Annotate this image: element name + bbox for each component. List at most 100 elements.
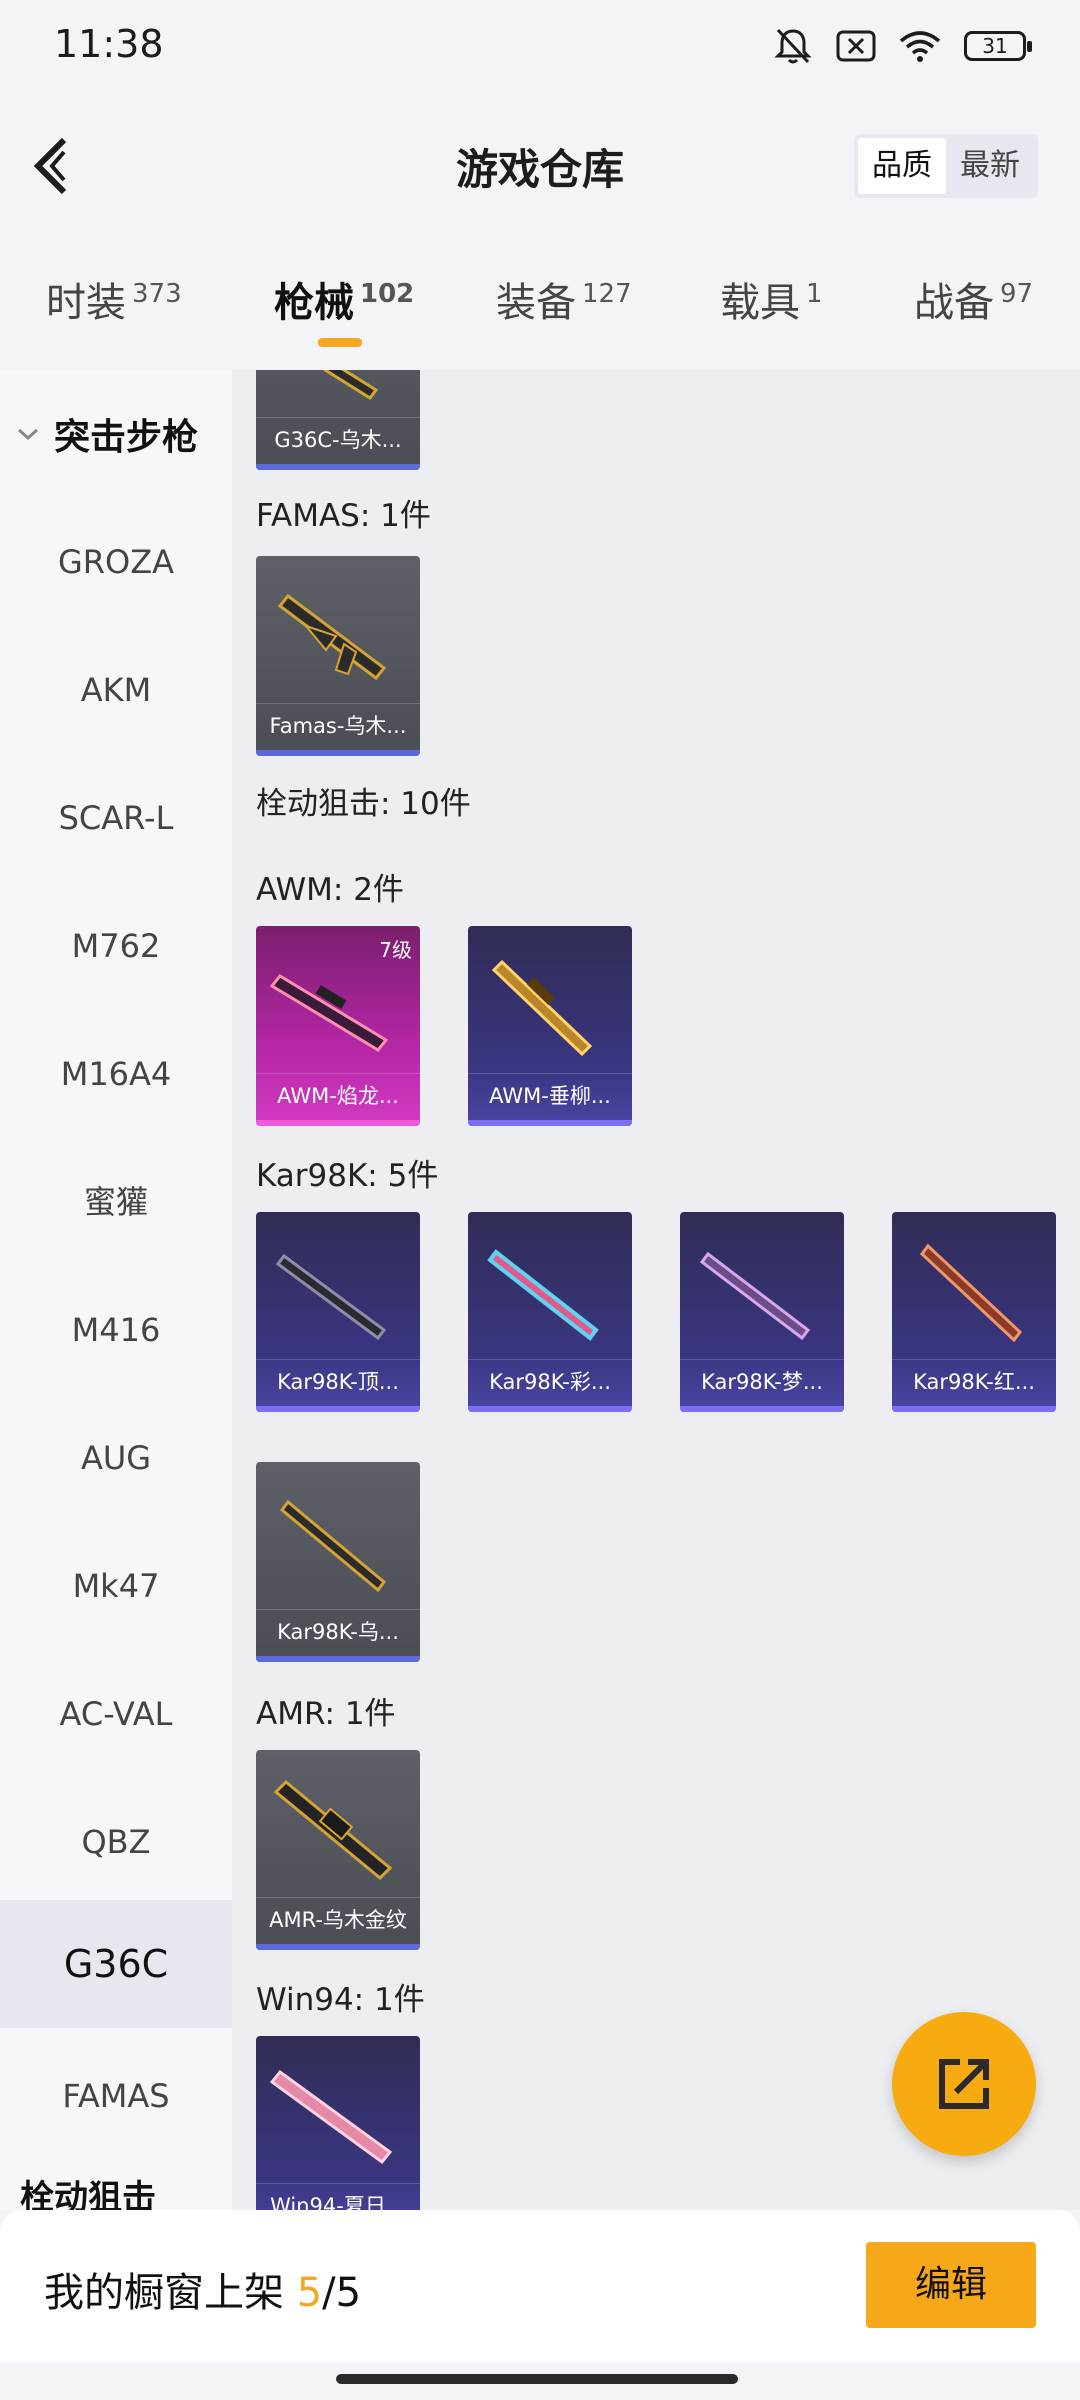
chevron-down-icon	[18, 428, 38, 441]
header: 游戏仓库 品质 最新	[0, 96, 1080, 236]
section-label-famas: FAMAS: 1件	[256, 498, 431, 534]
inventory-content: G36C-乌木... FAMAS: 1件 Famas-乌木... 栓动狙击: 1…	[232, 370, 1080, 2210]
item-name: AWM-垂柳...	[468, 1073, 632, 1118]
rarity-bar	[256, 1944, 420, 1950]
mute-bell-icon	[774, 28, 812, 64]
showcase-bar: 我的橱窗上架 5/5 编辑	[0, 2210, 1080, 2362]
rarity-bar	[256, 1406, 420, 1412]
item-card-famas[interactable]: Famas-乌木...	[256, 556, 420, 756]
rifle-icon	[322, 370, 379, 401]
sidebar-item-g36c[interactable]: G36C	[0, 1900, 232, 2028]
tab-equipment[interactable]: 装备 127	[496, 270, 632, 328]
rarity-bar	[256, 750, 420, 756]
section-label-kar98k: Kar98K: 5件	[256, 1158, 439, 1194]
sniper-rifle-icon	[919, 1243, 1023, 1343]
section-label-amr: AMR: 1件	[256, 1696, 396, 1732]
sort-quality-button[interactable]: 品质	[858, 138, 946, 194]
wifi-icon	[899, 31, 941, 62]
item-name: Kar98K-红...	[892, 1359, 1056, 1404]
tab-label: 装备	[496, 280, 576, 326]
item-card-awm-2[interactable]: AWM-垂柳...	[468, 926, 632, 1126]
status-bar: 11:38 31	[0, 0, 1080, 96]
item-name: Kar98K-乌...	[256, 1609, 420, 1654]
sidebar-item-honey-badger[interactable]: 蜜獾	[0, 1138, 232, 1266]
item-card-kar98k-2[interactable]: Kar98K-彩...	[468, 1212, 632, 1412]
category-tabs: 时装 373 枪械 102 装备 127 载具 1 战备 97	[0, 250, 1080, 360]
tab-count: 1	[806, 278, 823, 309]
sidebar-item-famas[interactable]: FAMAS	[0, 2032, 232, 2160]
share-export-icon	[939, 2059, 989, 2109]
item-card-g36c[interactable]: G36C-乌木...	[256, 370, 420, 470]
sniper-rifle-icon	[275, 1253, 387, 1341]
sidebar-item-scar-l[interactable]: SCAR-L	[0, 754, 232, 882]
showcase-current-count: 5	[296, 2270, 323, 2316]
rarity-bar	[468, 1120, 632, 1126]
tab-count: 97	[1000, 278, 1034, 309]
item-card-awm-1[interactable]: 7级 AWM-焰龙...	[256, 926, 420, 1126]
rarity-bar	[468, 1406, 632, 1412]
edit-button[interactable]: 编辑	[866, 2242, 1036, 2328]
item-name: Famas-乌木...	[256, 703, 420, 748]
rarity-bar	[256, 1656, 420, 1662]
sniper-rifle-icon	[491, 959, 593, 1057]
sidebar-group-bolt-action[interactable]: 栓动狙击	[0, 2170, 232, 2210]
showcase-total-count: /5	[322, 2270, 362, 2316]
rarity-bar	[892, 1406, 1056, 1412]
tab-count: 102	[360, 278, 415, 309]
tab-fashion[interactable]: 时装 373	[46, 270, 182, 328]
item-name: Kar98K-彩...	[468, 1359, 632, 1404]
status-icons: 31	[772, 26, 1032, 66]
rifle-icon	[277, 593, 387, 681]
tab-label: 时装	[46, 280, 126, 326]
section-label-awm: AWM: 2件	[256, 872, 404, 908]
tab-count: 127	[582, 278, 632, 309]
item-name: Kar98K-顶...	[256, 1359, 420, 1404]
item-name: AWM-焰龙...	[256, 1073, 420, 1118]
sidebar-item-qbz[interactable]: QBZ	[0, 1778, 232, 1906]
sidebar-item-m762[interactable]: M762	[0, 882, 232, 1010]
tab-battle-prep[interactable]: 战备 97	[914, 270, 1033, 328]
sidebar-item-mk47[interactable]: Mk47	[0, 1522, 232, 1650]
sniper-rifle-icon	[273, 1779, 393, 1881]
battery-icon: 31	[964, 31, 1032, 61]
showcase-status: 我的橱窗上架 5/5	[44, 2260, 361, 2318]
home-indicator[interactable]	[336, 2374, 738, 2384]
item-name: Kar98K-梦...	[680, 1359, 844, 1404]
tab-label: 载具	[720, 280, 800, 326]
item-name: Win94-夏日...	[256, 2183, 420, 2210]
item-card-kar98k-3[interactable]: Kar98K-梦...	[680, 1212, 844, 1412]
tab-vehicles[interactable]: 载具 1	[720, 270, 823, 328]
item-card-win94[interactable]: Win94-夏日...	[256, 2036, 420, 2210]
sidebar-item-ac-val[interactable]: AC-VAL	[0, 1650, 232, 1778]
section-label-win94: Win94: 1件	[256, 1982, 425, 2018]
no-sim-icon	[836, 30, 876, 62]
sniper-rifle-icon	[269, 974, 389, 1052]
sidebar-item-m16a4[interactable]: M16A4	[0, 1010, 232, 1138]
sidebar-item-groza[interactable]: GROZA	[0, 498, 232, 626]
sidebar-group-label: 突击步枪	[54, 417, 199, 458]
sidebar-item-m416[interactable]: M416	[0, 1266, 232, 1394]
item-card-kar98k-5[interactable]: Kar98K-乌...	[256, 1462, 420, 1662]
item-card-kar98k-1[interactable]: Kar98K-顶...	[256, 1212, 420, 1412]
rarity-bar	[256, 1120, 420, 1126]
sort-newest-button[interactable]: 最新	[946, 138, 1034, 194]
sniper-rifle-icon	[279, 1499, 387, 1593]
rarity-bar	[256, 464, 420, 470]
tab-label: 枪械	[274, 280, 354, 326]
sniper-rifle-icon	[699, 1251, 811, 1341]
share-button[interactable]	[892, 2012, 1036, 2156]
tab-guns[interactable]: 枪械 102	[274, 270, 414, 328]
sidebar-group-assault-rifles[interactable]: 突击步枪	[0, 370, 232, 498]
section-label-bolt-action: 栓动狙击: 10件	[256, 786, 471, 822]
sidebar-item-akm[interactable]: AKM	[0, 626, 232, 754]
active-tab-indicator	[318, 338, 362, 347]
item-card-amr[interactable]: AMR-乌木金纹	[256, 1750, 420, 1950]
showcase-label: 我的橱窗上架	[44, 2270, 297, 2316]
item-card-kar98k-4[interactable]: Kar98K-红...	[892, 1212, 1056, 1412]
sidebar-item-aug[interactable]: AUG	[0, 1394, 232, 1522]
rarity-bar	[680, 1406, 844, 1412]
status-time: 11:38	[54, 22, 164, 66]
weapon-sidebar: 突击步枪 GROZA AKM SCAR-L M762 M16A4 蜜獾 M416…	[0, 370, 232, 2210]
item-name: G36C-乌木...	[256, 417, 420, 462]
sniper-rifle-icon	[487, 1249, 599, 1341]
